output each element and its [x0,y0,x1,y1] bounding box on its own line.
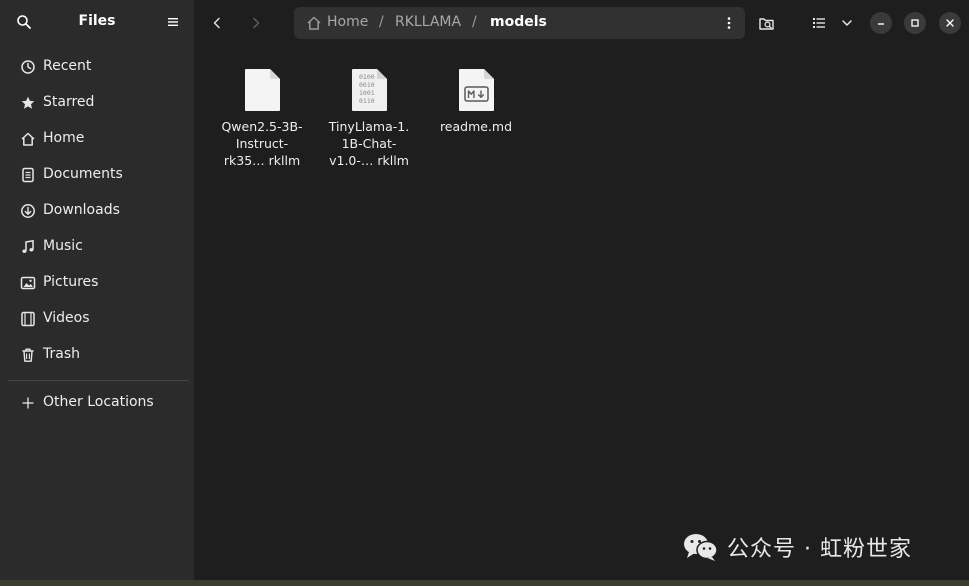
download-icon [21,204,35,218]
chevron-down-icon [842,20,852,26]
main-menu-button[interactable] [159,8,187,36]
file-name: readme.md [439,119,513,134]
sidebar: Files Recent Starred Home Documents Down… [0,0,194,580]
breadcrumb-separator: / [379,14,384,30]
markdown-file-icon [459,69,494,111]
search-files-button[interactable] [751,8,781,38]
maximize-button[interactable] [904,12,926,34]
hamburger-menu-icon [168,18,178,26]
maximize-icon [911,19,919,27]
sidebar-item-label: Other Locations [43,394,154,410]
view-options-button[interactable] [834,8,860,38]
chevron-left-icon [213,17,220,29]
sidebar-item-recent[interactable]: Recent [8,50,189,84]
path-menu-button[interactable] [716,9,742,37]
clock-icon [21,60,35,74]
sidebar-item-label: Videos [43,310,90,326]
path-bar: Home / RKLLAMA / models [294,7,745,39]
list-view-icon [812,18,825,28]
plus-icon [22,397,34,409]
home-icon [21,132,35,146]
main-content: Home / RKLLAMA / models Qwen2.5-3B- Inst… [194,0,969,580]
generic-file-icon [245,69,280,111]
sidebar-item-label: Home [43,130,85,146]
sidebar-item-documents[interactable]: Documents [8,158,189,192]
wechat-watermark: 公众号 · 虹粉世家 [683,530,912,564]
sidebar-divider [8,380,189,381]
folder-search-icon [758,17,774,30]
home-icon [307,16,321,30]
sidebar-item-pictures[interactable]: Pictures [8,266,189,300]
chevron-right-icon [253,17,260,29]
back-button[interactable] [202,8,232,38]
document-icon [22,167,34,183]
sidebar-item-trash[interactable]: Trash [8,338,189,372]
film-icon [21,311,35,327]
breadcrumb-home[interactable]: Home [327,14,368,30]
file-name: Qwen2.5-3B- Instruct- rk35… rkllm [221,119,303,168]
close-button[interactable] [939,12,961,34]
wechat-icon [684,534,718,561]
breadcrumb-current[interactable]: models [490,14,547,30]
sidebar-item-label: Music [43,238,83,254]
svg-text:0110: 0110 [359,97,375,105]
sidebar-item-videos[interactable]: Videos [8,302,189,336]
sidebar-item-label: Trash [43,346,80,362]
sidebar-item-music[interactable]: Music [8,230,189,264]
binary-file-icon: 0100 0010 1001 0110 [352,69,387,111]
svg-text:1001: 1001 [359,89,375,97]
sidebar-item-other-locations[interactable]: Other Locations [8,386,189,420]
file-name: TinyLlama-1. 1B-Chat- v1.0-… rkllm [328,119,410,168]
sidebar-item-label: Documents [43,166,123,182]
vertical-dots-icon [727,17,731,29]
sidebar-item-label: Pictures [43,274,99,290]
trash-icon [22,348,34,362]
sidebar-item-starred[interactable]: Starred [8,86,189,120]
forward-button[interactable] [241,8,271,38]
breadcrumb-separator: / [472,14,477,30]
sidebar-header: Files [0,0,194,44]
close-icon [946,19,954,27]
svg-text:0100: 0100 [359,73,375,81]
music-note-icon [22,239,34,253]
minimize-button[interactable] [870,12,892,34]
breadcrumb-rkllama[interactable]: RKLLAMA [395,14,461,30]
svg-text:0010: 0010 [359,81,375,89]
picture-icon [20,276,36,290]
sidebar-item-label: Recent [43,58,92,74]
sidebar-item-label: Starred [43,94,95,110]
sidebar-item-home[interactable]: Home [8,122,189,156]
view-toggle-button[interactable] [806,8,831,38]
sidebar-item-label: Downloads [43,202,120,218]
star-icon [21,96,35,109]
minimize-icon [878,23,884,25]
watermark-text: 公众号 · 虹粉世家 [727,537,912,562]
sidebar-item-downloads[interactable]: Downloads [8,194,189,228]
files-window: Files Recent Starred Home Documents Down… [0,0,969,580]
